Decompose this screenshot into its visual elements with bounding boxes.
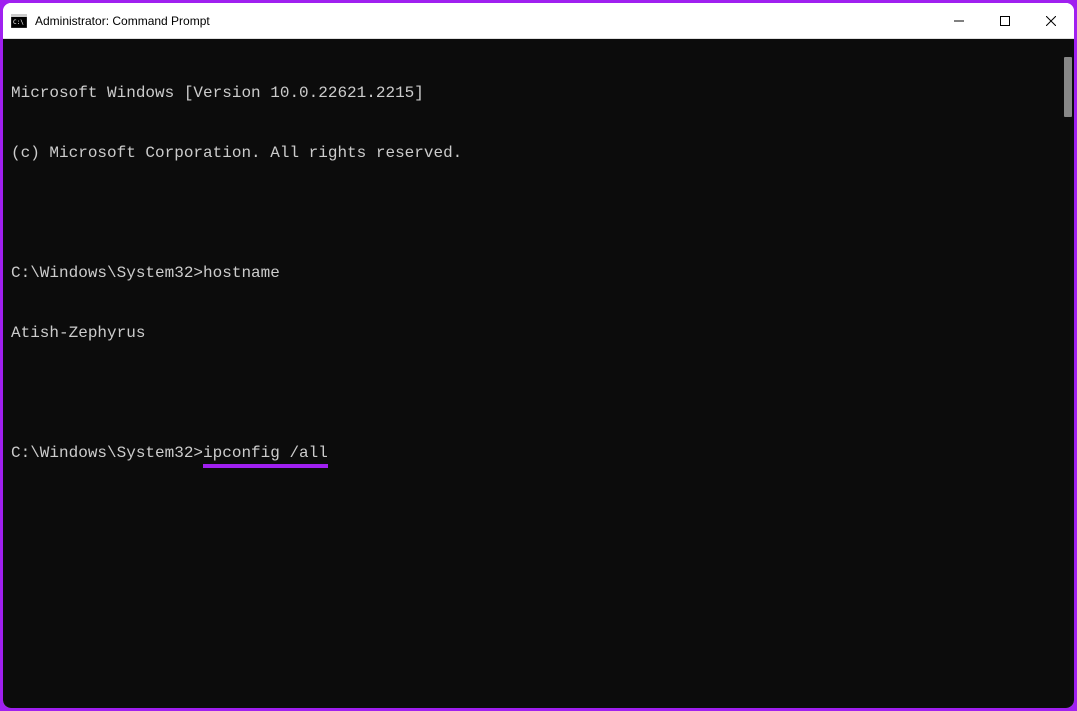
- window-title: Administrator: Command Prompt: [35, 14, 936, 28]
- close-button[interactable]: [1028, 3, 1074, 38]
- command-prompt-window: C:\ Administrator: Command Prompt: [3, 3, 1074, 708]
- terminal-line: Atish-Zephyrus: [11, 323, 1066, 343]
- terminal-prompt: C:\Windows\System32>: [11, 444, 203, 462]
- terminal-line: C:\Windows\System32>hostname: [11, 263, 1066, 283]
- scrollbar-thumb[interactable]: [1064, 57, 1072, 117]
- cmd-icon: C:\: [11, 13, 27, 29]
- terminal-area[interactable]: Microsoft Windows [Version 10.0.22621.22…: [3, 39, 1074, 708]
- terminal-line: [11, 203, 1066, 223]
- terminal-content: Microsoft Windows [Version 10.0.22621.22…: [11, 43, 1066, 503]
- terminal-line: Microsoft Windows [Version 10.0.22621.22…: [11, 83, 1066, 103]
- terminal-command-highlighted: ipconfig /all: [203, 443, 328, 468]
- maximize-button[interactable]: [982, 3, 1028, 38]
- terminal-prompt-line: C:\Windows\System32>ipconfig /all: [11, 443, 1066, 463]
- svg-text:C:\: C:\: [13, 19, 24, 26]
- terminal-line: [11, 383, 1066, 403]
- minimize-button[interactable]: [936, 3, 982, 38]
- terminal-line: (c) Microsoft Corporation. All rights re…: [11, 143, 1066, 163]
- titlebar[interactable]: C:\ Administrator: Command Prompt: [3, 3, 1074, 39]
- window-controls: [936, 3, 1074, 38]
